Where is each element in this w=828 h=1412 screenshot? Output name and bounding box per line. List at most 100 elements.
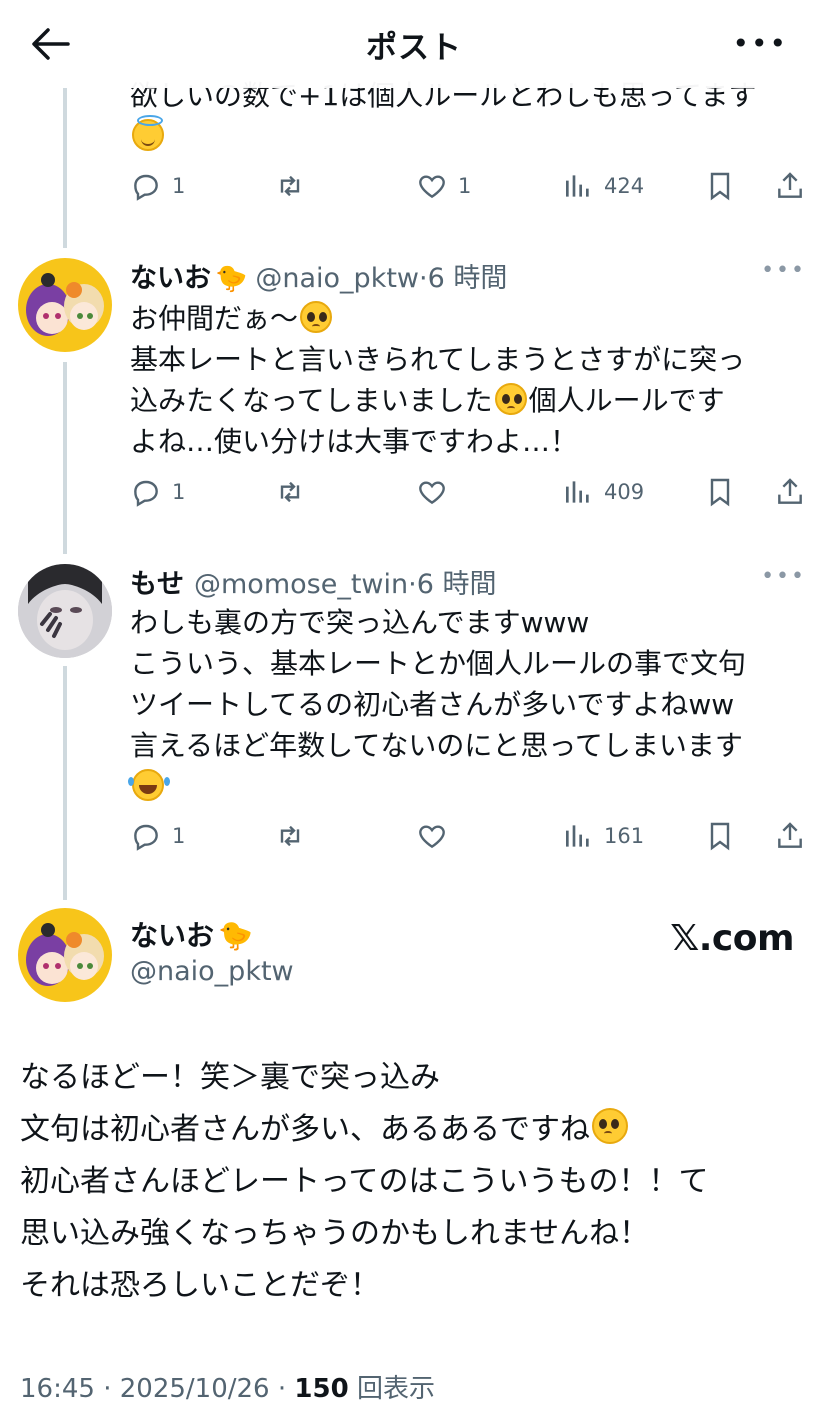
like-icon [419, 481, 445, 505]
share-button[interactable] [774, 476, 806, 508]
avatar-illustration [26, 273, 104, 336]
tweet-line: お仲間だぁ〜 [130, 302, 299, 335]
source-label: 𝕏.com [670, 918, 794, 959]
views-button[interactable]: 409 [562, 476, 644, 508]
repost-button[interactable] [274, 170, 306, 202]
bookmark-icon [710, 478, 730, 507]
pleading-emoji [592, 1108, 628, 1144]
repost-button[interactable] [274, 476, 306, 508]
tweet-2[interactable]: ないお 🐤 @naio_pktw · 6 時間 ••• お仲間だぁ〜 基本レート… [0, 250, 828, 550]
more-icon[interactable]: ••• [732, 30, 788, 58]
display-name[interactable]: ないお [130, 256, 211, 295]
display-name[interactable]: もせ [130, 562, 184, 601]
separator-dot: · [277, 1374, 287, 1404]
page-title: ポスト [366, 29, 462, 66]
separator-dot: · [408, 569, 417, 600]
timestamp[interactable]: 6 時間 [428, 256, 508, 295]
tweet-3[interactable]: もせ @momose_twin · 6 時間 ••• わしも裏の方で突っ込んでま… [0, 556, 828, 886]
tweet-line: 思い込み強くなっちゃうのかもしれませんね！ [20, 1216, 650, 1251]
views-button[interactable]: 424 [562, 170, 644, 202]
handle[interactable]: @naio_pktw [130, 956, 294, 987]
tweet-line: わしも裏の方で突っ込んでますwww [130, 606, 590, 639]
bookmark-button[interactable] [704, 820, 736, 852]
avatar-illustration [18, 564, 112, 658]
share-button[interactable] [774, 820, 806, 852]
views-icon [566, 481, 589, 503]
tweet-line: こういう、基本レートとか個人ルールの事で文句 [130, 647, 747, 680]
repost-icon [280, 481, 300, 503]
main-tweet: ないお 🐤 @naio_pktw 𝕏.com なるほどー！笑＞裏で突っ込み 文句は… [0, 900, 828, 1412]
tweet-body: お仲間だぁ〜 基本レートと言いきられてしまうとさすがに突っ 込みたくなってしまい… [130, 298, 810, 462]
repost-icon [280, 825, 300, 847]
handle[interactable]: @naio_pktw [255, 263, 419, 294]
tweet-line: 文句は初心者さんが多い、あるあるですね [20, 1112, 590, 1147]
avatar[interactable] [18, 258, 112, 352]
share-icon [778, 478, 802, 504]
like-button[interactable] [416, 476, 448, 508]
avatar-illustration [26, 923, 104, 986]
tweet-actions: 1 161 [130, 820, 810, 860]
like-button[interactable] [416, 820, 448, 852]
avatar[interactable] [18, 908, 112, 1002]
tweet-actions: 1 1 424 [130, 170, 810, 210]
tweet-header: もせ @momose_twin · 6 時間 [130, 562, 496, 601]
chick-emoji: 🐤 [215, 264, 248, 294]
chick-emoji: 🐤 [218, 919, 253, 952]
like-button[interactable]: 1 [416, 170, 471, 202]
tweet-metadata: 16:45 · 2025/10/26 · 150 回表示 [20, 1368, 435, 1405]
tweet-header: ないお 🐤 @naio_pktw · 6 時間 [130, 256, 507, 295]
halo-emoji [132, 115, 164, 151]
views-count: 409 [604, 480, 645, 504]
view-count-label: 回表示 [356, 1374, 435, 1404]
reply-icon [134, 824, 158, 851]
bookmark-button[interactable] [704, 476, 736, 508]
share-button[interactable] [774, 170, 806, 202]
views-count: 161 [604, 824, 645, 848]
reply-button[interactable]: 1 [130, 170, 185, 202]
bookmark-icon [710, 822, 730, 851]
post-time[interactable]: 16:45 [20, 1374, 95, 1404]
views-icon [566, 825, 589, 847]
bookmark-icon [710, 172, 730, 201]
reply-count: 1 [172, 824, 186, 848]
reply-icon [134, 480, 158, 507]
separator-dot: · [419, 263, 428, 294]
view-count: 150 [294, 1374, 349, 1404]
reply-count: 1 [172, 480, 186, 504]
handle[interactable]: @momose_twin [194, 569, 408, 600]
laughing-emoji [128, 769, 164, 801]
separator-dot: · [103, 1374, 112, 1404]
like-count: 1 [458, 174, 472, 198]
main-tweet-body: なるほどー！笑＞裏で突っ込み 文句は初心者さんが多い、あるあるですね 初心者さん… [20, 1052, 810, 1312]
more-icon[interactable]: ••• [761, 564, 806, 589]
views-icon [566, 175, 589, 197]
tweet-actions: 1 409 [130, 476, 810, 516]
like-icon [419, 825, 445, 849]
reply-count: 1 [172, 174, 186, 198]
tweet-line: なるほどー！笑＞裏で突っ込み [20, 1060, 440, 1095]
tweet-line: 初心者さんほどレートってのはこういうもの！！て [20, 1164, 709, 1199]
bookmark-button[interactable] [704, 170, 736, 202]
display-name[interactable]: ないお 🐤 [130, 914, 253, 954]
avatar[interactable] [18, 564, 112, 658]
timestamp[interactable]: 6 時間 [417, 562, 497, 601]
back-arrow-icon[interactable] [28, 24, 72, 64]
reply-button[interactable]: 1 [130, 820, 185, 852]
repost-icon [280, 175, 300, 197]
views-count: 424 [604, 174, 645, 198]
pleading-emoji [300, 301, 333, 333]
more-icon[interactable]: ••• [761, 258, 806, 283]
tweet-line: それは恐ろしいことだぞ！ [20, 1268, 380, 1303]
repost-button[interactable] [274, 820, 306, 852]
share-icon [778, 172, 802, 198]
tweet-line: ツイートしてるの初心者さんが多いですよねww [130, 688, 735, 721]
views-button[interactable]: 161 [562, 820, 644, 852]
top-bar: ポスト ••• [0, 0, 828, 88]
post-date[interactable]: 2025/10/26 [120, 1374, 270, 1404]
reply-button[interactable]: 1 [130, 476, 185, 508]
tweet-line: 込みたくなってしまいました [130, 384, 493, 417]
like-icon [419, 175, 445, 199]
reply-icon [134, 174, 158, 201]
pleading-emoji [494, 383, 527, 415]
share-icon [778, 822, 802, 848]
